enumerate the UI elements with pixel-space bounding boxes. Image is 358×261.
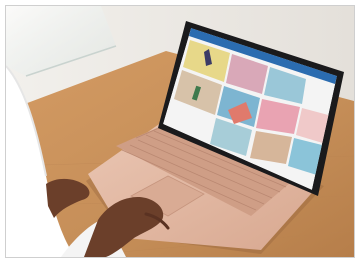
photo-frame	[5, 5, 355, 258]
laptop-photo	[6, 6, 354, 257]
